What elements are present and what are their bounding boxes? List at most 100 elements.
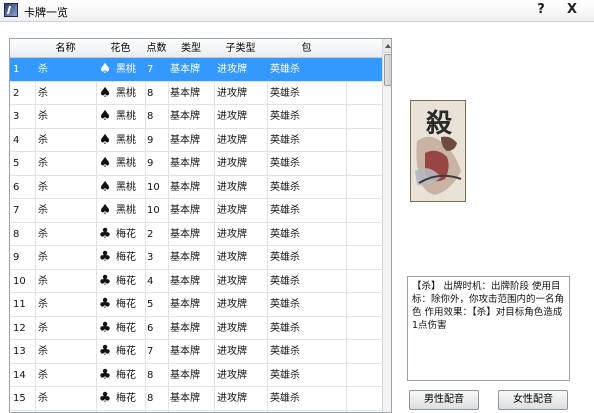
card-subtype: 进攻牌: [217, 134, 247, 146]
card-suit: ♣ 梅花: [98, 364, 150, 387]
card-subtype: 进攻牌: [217, 158, 247, 169]
table-row[interactable]: 7 杀 ♠ 黑桃 10 基本牌 进攻牌 英雄杀: [10, 199, 382, 223]
card-name: 杀: [38, 205, 48, 216]
row-index: 7: [13, 205, 20, 216]
column-header-index[interactable]: [10, 39, 35, 58]
club-icon: ♣: [98, 272, 112, 289]
female-voice-button[interactable]: 女性配音: [498, 390, 568, 410]
club-icon: ♣: [98, 390, 112, 406]
row-index: 15: [13, 393, 26, 404]
card-pack: 英雄杀: [270, 299, 300, 310]
column-header-type[interactable]: 类型: [168, 39, 214, 58]
app-icon: [4, 3, 18, 17]
card-name: 杀: [38, 134, 48, 146]
card-type: 基本牌: [170, 322, 200, 334]
table-row[interactable]: 11 杀 ♣ 梅花 5 基本牌 进攻牌 英雄杀: [10, 293, 382, 317]
spade-icon: ♠: [98, 108, 112, 124]
suit-label: 梅花: [116, 275, 136, 287]
card-type: 基本牌: [170, 252, 200, 263]
table-row[interactable]: 5 杀 ♠ 黑桃 9 基本牌 进攻牌 英雄杀: [10, 152, 382, 176]
card-type: 基本牌: [170, 111, 200, 122]
table-row[interactable]: 2 杀 ♠ 黑桃 8 基本牌 进攻牌 英雄杀: [10, 82, 382, 105]
suit-label: 梅花: [116, 346, 136, 357]
club-icon: ♣: [98, 319, 112, 336]
card-type: 基本牌: [170, 299, 200, 310]
close-button[interactable]: X: [562, 1, 582, 19]
card-pack: 英雄杀: [270, 346, 300, 357]
table-row[interactable]: 3 杀 ♠ 黑桃 8 基本牌 进攻牌 英雄杀: [10, 105, 382, 129]
card-type: 基本牌: [170, 228, 200, 240]
spade-icon: ♠: [98, 84, 112, 101]
card-number: 6: [147, 322, 154, 334]
club-icon: ♣: [98, 296, 112, 312]
row-index: 10: [13, 275, 26, 287]
row-index: 6: [13, 181, 20, 193]
row-index: 3: [13, 111, 20, 122]
suit-label: 黑桃: [116, 181, 136, 193]
card-subtype: 进攻牌: [217, 111, 247, 122]
suit-label: 梅花: [116, 299, 136, 310]
club-icon: ♣: [98, 343, 112, 359]
card-number: 4: [147, 275, 154, 287]
table-row[interactable]: 4 杀 ♠ 黑桃 9 基本牌 进攻牌 英雄杀: [10, 129, 382, 152]
scroll-thumb[interactable]: [384, 54, 391, 86]
table-row[interactable]: 8 杀 ♣ 梅花 2 基本牌 进攻牌 英雄杀: [10, 223, 382, 246]
card-type: 基本牌: [170, 205, 200, 216]
column-header-subtype[interactable]: 子类型: [214, 39, 267, 58]
card-name: 杀: [38, 322, 48, 334]
card-description: 【杀】 出牌时机：出牌阶段 使用目标：除你外，你攻击范围内的一名角色 作用效果：…: [407, 276, 570, 381]
suit-label: 黑桃: [116, 134, 136, 146]
column-header-pack[interactable]: 包: [267, 39, 346, 58]
card-subtype: 进攻牌: [217, 299, 247, 310]
help-button[interactable]: ?: [531, 1, 551, 19]
club-icon: ♣: [98, 366, 112, 383]
card-subtype: 进攻牌: [217, 346, 247, 357]
table-row[interactable]: 15 杀 ♣ 梅花 8 基本牌 进攻牌 英雄杀: [10, 387, 382, 411]
row-index: 11: [13, 299, 26, 310]
card-subtype: 进攻牌: [217, 252, 247, 263]
table-row[interactable]: 1 杀 ♠ 黑桃 7 基本牌 进攻牌 英雄杀: [10, 58, 382, 82]
row-index: 13: [13, 346, 26, 357]
card-table: 名称 花色 点数 类型 子类型 包 1 杀 ♠ 黑桃 7 基本牌 进攻牌 英雄杀 2 杀 ♠ 黑桃 8 基…: [9, 38, 392, 413]
column-header-suit[interactable]: 花色: [96, 39, 145, 58]
card-number: 8: [147, 87, 154, 99]
row-index: 2: [13, 87, 20, 99]
table-row[interactable]: 6 杀 ♠ 黑桃 10 基本牌 进攻牌 英雄杀: [10, 176, 382, 199]
card-pack: 英雄杀: [270, 87, 300, 99]
vertical-scrollbar[interactable]: [382, 39, 391, 412]
table-row[interactable]: 9 杀 ♣ 梅花 3 基本牌 进攻牌 英雄杀: [10, 246, 382, 270]
card-type: 基本牌: [170, 369, 200, 381]
card-type: 基本牌: [170, 87, 200, 99]
spade-icon: ♠: [98, 131, 112, 148]
club-icon: ♣: [98, 249, 112, 265]
card-number: 5: [147, 299, 154, 310]
card-name: 杀: [38, 299, 48, 310]
card-number: 9: [147, 134, 154, 146]
card-type: 基本牌: [170, 158, 200, 169]
row-index: 1: [13, 64, 20, 75]
male-voice-button[interactable]: 男性配音: [409, 390, 479, 410]
card-number: 10: [147, 181, 160, 193]
table-row[interactable]: 10 杀 ♣ 梅花 4 基本牌 进攻牌 英雄杀: [10, 270, 382, 293]
table-row[interactable]: 12 杀 ♣ 梅花 6 基本牌 进攻牌 英雄杀: [10, 317, 382, 340]
card-suit: ♣ 梅花: [98, 223, 150, 246]
table-row[interactable]: 14 杀 ♣ 梅花 8 基本牌 进攻牌 英雄杀: [10, 364, 382, 387]
card-subtype: 进攻牌: [217, 275, 247, 287]
card-name: 杀: [38, 181, 48, 193]
card-pack: 英雄杀: [270, 369, 300, 381]
card-subtype: 进攻牌: [217, 205, 247, 216]
column-header-name[interactable]: 名称: [35, 39, 96, 58]
column-header-number[interactable]: 点数: [145, 39, 168, 58]
scroll-up-arrow-icon[interactable]: [383, 39, 391, 53]
card-name: 杀: [38, 111, 48, 122]
card-name: 杀: [38, 228, 48, 240]
card-pack: 英雄杀: [270, 181, 300, 193]
card-number: 2: [147, 228, 154, 240]
card-type: 基本牌: [170, 181, 200, 193]
card-subtype: 进攻牌: [217, 87, 247, 99]
spade-icon: ♠: [98, 61, 112, 77]
title-bar: 卡牌一览 ? X: [0, 0, 594, 22]
table-row[interactable]: 13 杀 ♣ 梅花 7 基本牌 进攻牌 英雄杀: [10, 340, 382, 364]
card-suit: ♣ 梅花: [98, 317, 150, 340]
suit-label: 黑桃: [116, 64, 136, 75]
